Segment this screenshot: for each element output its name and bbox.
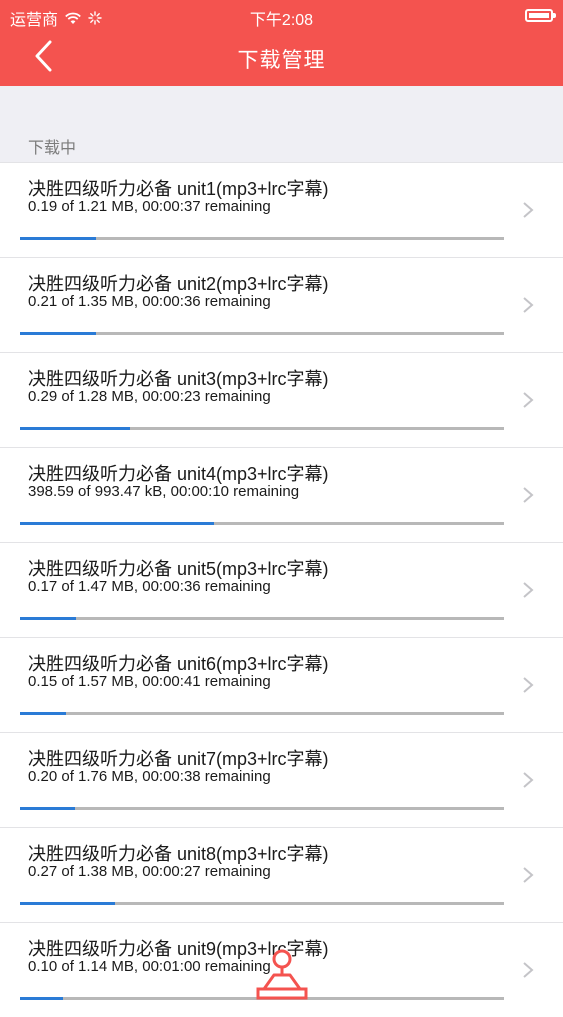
progress-bar — [20, 712, 504, 715]
item-status: 0.15 of 1.57 MB, 00:00:41 remaining — [28, 673, 271, 690]
section-label: 下载中 — [28, 140, 77, 157]
progress-bar — [20, 237, 504, 240]
chevron-right-icon — [523, 297, 534, 313]
download-item[interactable]: 决胜四级听力必备 unit5(mp3+lrc字幕) 0.17 of 1.47 M… — [0, 542, 563, 637]
item-status: 0.29 of 1.28 MB, 00:00:23 remaining — [28, 388, 271, 405]
item-status: 0.21 of 1.35 MB, 00:00:36 remaining — [28, 293, 271, 310]
chevron-right-icon — [523, 582, 534, 598]
floating-helper-icon[interactable] — [254, 945, 310, 1000]
section-header — [0, 86, 563, 162]
chevron-right-icon — [523, 202, 534, 218]
download-item[interactable]: 决胜四级听力必备 unit6(mp3+lrc字幕) 0.15 of 1.57 M… — [0, 637, 563, 732]
download-item[interactable]: 决胜四级听力必备 unit3(mp3+lrc字幕) 0.29 of 1.28 M… — [0, 352, 563, 447]
progress-bar — [20, 902, 504, 905]
download-item[interactable]: 决胜四级听力必备 unit7(mp3+lrc字幕) 0.20 of 1.76 M… — [0, 732, 563, 827]
item-status: 0.19 of 1.21 MB, 00:00:37 remaining — [28, 198, 271, 215]
chevron-right-icon — [523, 487, 534, 503]
status-time: 下午2:08 — [249, 12, 314, 29]
download-item[interactable]: 决胜四级听力必备 unit8(mp3+lrc字幕) 0.27 of 1.38 M… — [0, 827, 563, 922]
progress-bar — [20, 807, 504, 810]
item-status: 0.10 of 1.14 MB, 00:01:00 remaining — [28, 958, 271, 975]
download-item[interactable]: 决胜四级听力必备 unit4(mp3+lrc字幕) 398.59 of 993.… — [0, 447, 563, 542]
item-status: 0.17 of 1.47 MB, 00:00:36 remaining — [28, 578, 271, 595]
battery-icon — [525, 9, 556, 22]
item-status: 0.27 of 1.38 MB, 00:00:27 remaining — [28, 863, 271, 880]
chevron-right-icon — [523, 867, 534, 883]
download-item[interactable]: 决胜四级听力必备 unit1(mp3+lrc字幕) 0.19 of 1.21 M… — [0, 162, 563, 257]
chevron-right-icon — [523, 772, 534, 788]
progress-bar — [20, 617, 504, 620]
chevron-right-icon — [523, 392, 534, 408]
progress-bar — [20, 522, 504, 525]
chevron-right-icon — [523, 962, 534, 978]
download-item[interactable]: 决胜四级听力必备 unit2(mp3+lrc字幕) 0.21 of 1.35 M… — [0, 257, 563, 352]
item-status: 398.59 of 993.47 kB, 00:00:10 remaining — [28, 483, 300, 500]
progress-bar — [20, 332, 504, 335]
page-title: 下载管理 — [237, 49, 326, 72]
nav-bar: 运营商 下午2:08 下载管理 — [0, 0, 563, 86]
chevron-right-icon — [523, 677, 534, 693]
progress-bar — [20, 427, 504, 430]
status-bar: 运营商 下午2:08 — [0, 0, 563, 30]
download-list: 决胜四级听力必备 unit1(mp3+lrc字幕) 0.19 of 1.21 M… — [0, 162, 563, 1017]
item-status: 0.20 of 1.76 MB, 00:00:38 remaining — [28, 768, 271, 785]
